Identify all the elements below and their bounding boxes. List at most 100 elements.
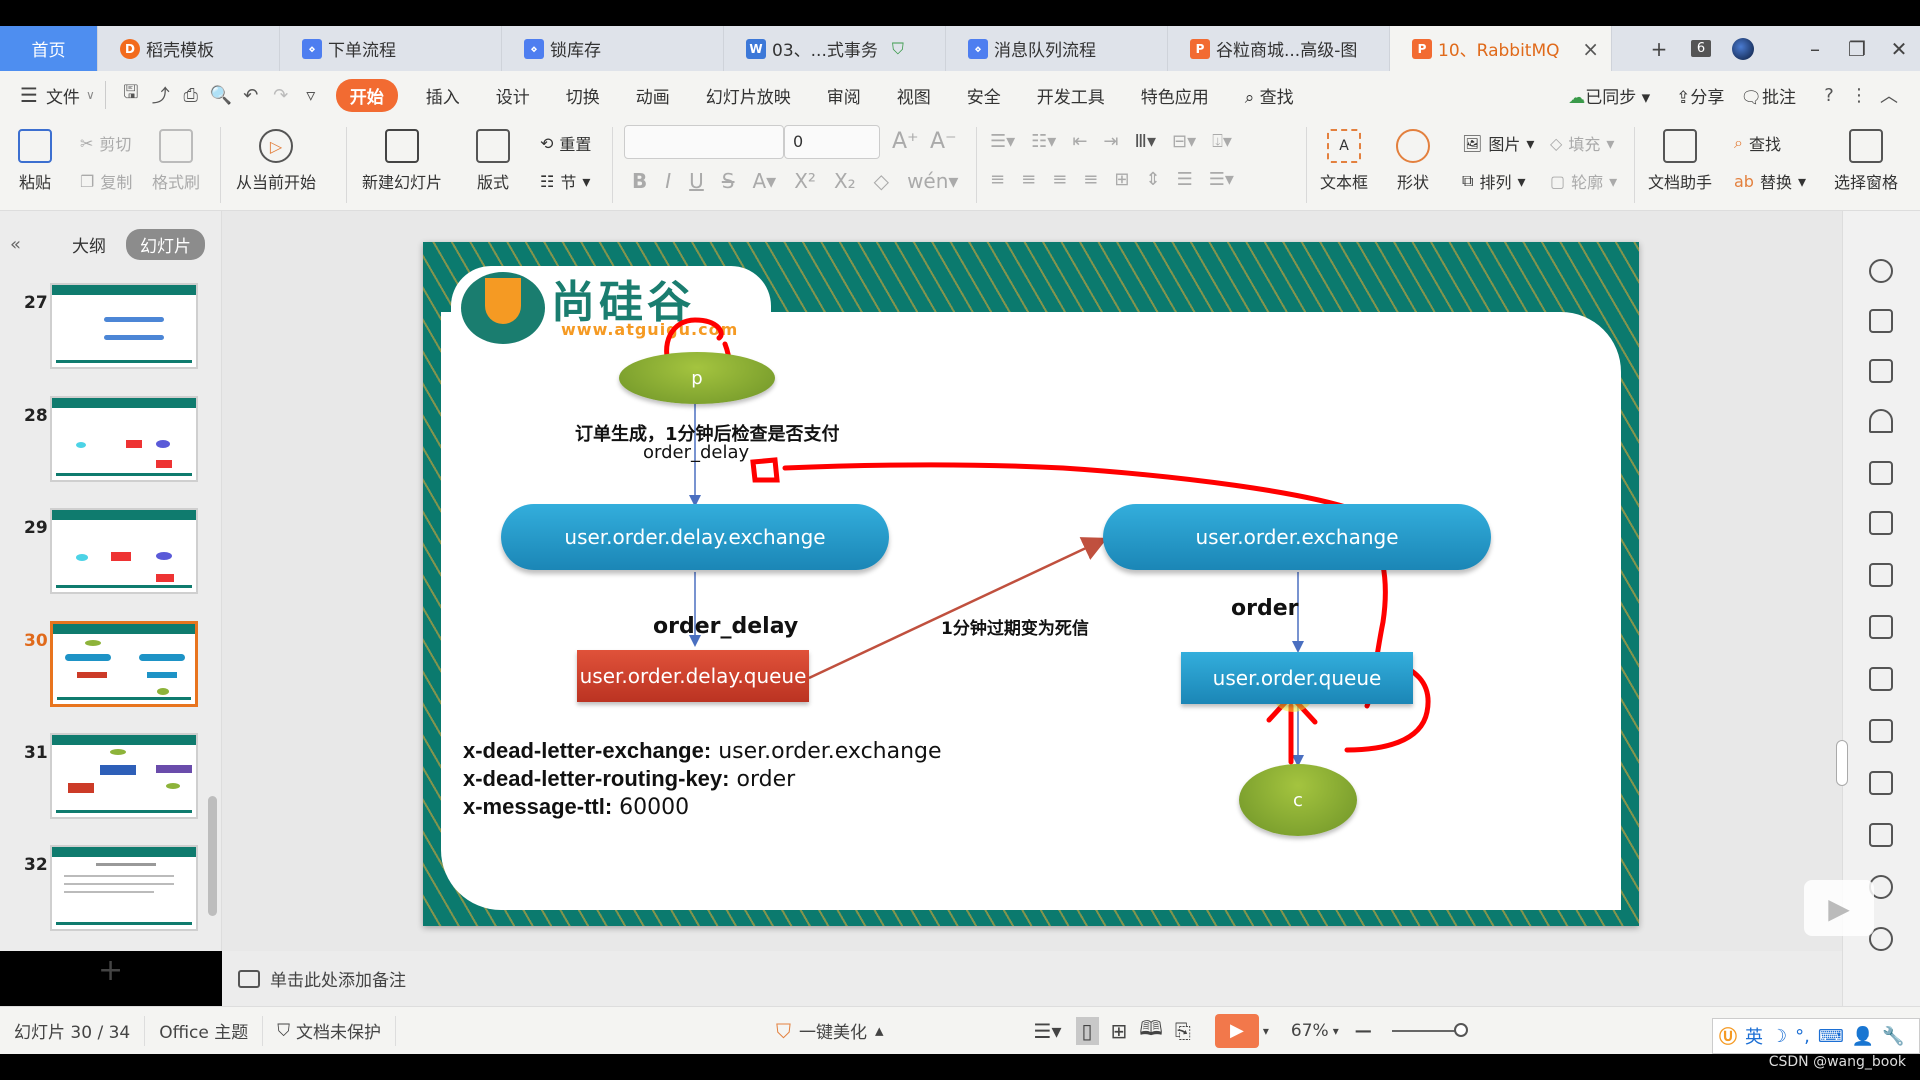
zoom-dropdown-icon[interactable]: ▾ (1333, 1024, 1339, 1038)
avatar[interactable] (1722, 26, 1764, 71)
text-direction-icon[interactable]: Ⅲ▾ (1135, 131, 1156, 152)
shape-button[interactable]: 形状 (1396, 129, 1430, 193)
close-window-icon[interactable]: ✕ (1878, 26, 1920, 71)
copy-button[interactable]: ❐ 复制 (80, 169, 132, 193)
producer-node[interactable]: p (619, 352, 775, 404)
align-text-icon[interactable]: ⊟▾ (1172, 131, 1196, 152)
keyboard-icon[interactable]: ⌨ (1818, 1026, 1844, 1047)
share-icon[interactable] (1869, 719, 1893, 743)
customize-quick-access-icon[interactable]: ▿ (296, 85, 326, 106)
redo-icon[interactable]: ↷ (266, 85, 296, 106)
format-painter-button[interactable]: 格式刷 (152, 129, 200, 193)
gallery-icon[interactable] (1869, 667, 1893, 691)
consumer-node[interactable]: c (1239, 764, 1357, 836)
tab-transaction-doc[interactable]: W 03、...式事务 ⛉ (724, 26, 946, 71)
star-icon[interactable] (1869, 259, 1893, 283)
line-spacing-icon[interactable]: ⍗▾ (1212, 131, 1232, 152)
fill-button[interactable]: ◇ 填充 ▾ (1550, 131, 1614, 155)
tab-guli-mall[interactable]: P 谷粒商城...高级-图 (1168, 26, 1390, 71)
columns-icon[interactable]: ☰▾ (1209, 169, 1234, 190)
layout-button[interactable]: 版式 (476, 129, 510, 193)
transform-icon[interactable] (1869, 309, 1893, 333)
slide-thumbnail-29[interactable]: 29 (0, 508, 222, 600)
record-icon[interactable]: ⎘ (1175, 1019, 1191, 1043)
vertical-scrollbar[interactable] (1836, 740, 1848, 786)
menu-insert[interactable]: 插入 (408, 83, 478, 108)
new-tab-button[interactable]: + (1638, 26, 1680, 71)
collapse-ribbon-icon[interactable]: ︿ (1874, 82, 1904, 108)
new-slide-button[interactable]: 新建幻灯片 (362, 129, 442, 193)
order-queue-node[interactable]: user.order.queue (1181, 652, 1413, 704)
slide-thumbnail-31[interactable]: 31 (0, 733, 222, 825)
section-button[interactable]: ☷ 节 ▾ (540, 169, 590, 193)
add-slide-button[interactable]: + (98, 953, 123, 988)
distribute-icon[interactable]: ⊞ (1114, 169, 1129, 190)
normal-view-icon[interactable]: ▯ (1075, 1016, 1099, 1045)
bold-icon[interactable]: B (632, 169, 647, 193)
close-tab-icon[interactable]: × (1582, 37, 1599, 61)
slide-thumbnail-27[interactable]: 27 (0, 283, 222, 375)
bullet-list-icon[interactable]: ☰▾ (990, 131, 1015, 152)
punctuation-icon[interactable]: °, (1795, 1026, 1810, 1047)
align-left-icon[interactable]: ≡ (990, 169, 1005, 190)
italic-icon[interactable]: I (665, 169, 671, 193)
fill-icon[interactable] (1869, 409, 1893, 433)
moon-icon[interactable]: ☽ (1771, 1026, 1787, 1047)
theme-name[interactable]: Office 主题 (145, 1015, 264, 1046)
zoom-slider[interactable] (1391, 1022, 1468, 1037)
grid-icon[interactable] (1869, 511, 1893, 535)
increase-indent-icon[interactable]: ⇥ (1103, 131, 1118, 152)
slideshow-play-button[interactable]: ▶ (1214, 1013, 1259, 1048)
arrange-button[interactable]: ⧉ 排列 ▾ (1462, 169, 1525, 193)
replace-button[interactable]: ab 替换 ▾ (1734, 169, 1806, 193)
wrench-icon[interactable]: 🔧 (1882, 1026, 1904, 1047)
ime-language[interactable]: 英 (1745, 1023, 1763, 1049)
collapse-panel-icon[interactable]: « (10, 234, 50, 255)
doc-assistant-button[interactable]: 文档助手 (1648, 129, 1712, 193)
menu-home[interactable]: 开始 (335, 78, 398, 112)
undo-icon[interactable]: ↶ (236, 85, 266, 106)
subscript-icon[interactable]: X₂ (834, 169, 856, 193)
slide-thumbnail-32[interactable]: 32 (0, 845, 222, 937)
share-button[interactable]: ⇪分享 (1668, 83, 1732, 108)
menu-transition[interactable]: 切换 (548, 83, 618, 108)
menu-dev-tools[interactable]: 开发工具 (1019, 83, 1123, 108)
zoom-out-button[interactable]: — (1355, 1021, 1372, 1041)
textbox-button[interactable]: A 文本框 (1320, 129, 1368, 193)
tab-slides[interactable]: 幻灯片 (126, 229, 205, 260)
tab-rabbitmq[interactable]: P 10、RabbitMQ × (1390, 26, 1612, 71)
box-icon[interactable] (1869, 771, 1893, 795)
comment-button[interactable]: 🗨批注 (1732, 83, 1804, 108)
align-center-icon[interactable]: ≡ (1021, 169, 1036, 190)
paste-button[interactable]: 粘贴 (18, 129, 52, 193)
justify-icon[interactable]: ≡ (1083, 169, 1098, 190)
table-icon[interactable] (1869, 461, 1893, 485)
video-play-overlay[interactable]: ▶ (1804, 880, 1874, 936)
superscript-icon[interactable]: X² (794, 169, 816, 193)
play-from-current-button[interactable]: ▷ 从当前开始 (236, 129, 316, 193)
menu-features[interactable]: 特色应用 (1123, 83, 1227, 108)
adjust-icon[interactable] (1869, 615, 1893, 639)
font-size-select[interactable]: 0 (784, 125, 880, 159)
menu-design[interactable]: 设计 (478, 83, 548, 108)
selection-pane-button[interactable]: 选择窗格 (1834, 129, 1898, 193)
tab-home[interactable]: 首页 (0, 26, 98, 71)
phonetic-icon[interactable]: wén▾ (907, 169, 958, 193)
minimize-icon[interactable]: – (1794, 26, 1836, 71)
image-icon[interactable] (1869, 823, 1893, 847)
numbered-list-icon[interactable]: ☷▾ (1031, 131, 1056, 152)
tab-outline[interactable]: 大纲 (72, 232, 106, 257)
user-icon[interactable]: 👤 (1852, 1026, 1874, 1047)
beautify-button[interactable]: ⛉ 一键美化 ▴ (776, 1018, 884, 1044)
menu-view[interactable]: 视图 (879, 83, 949, 108)
underline-icon[interactable]: U (689, 169, 704, 193)
menu-animation[interactable]: 动画 (618, 83, 688, 108)
restore-icon[interactable]: ❐ (1836, 26, 1878, 71)
picture-button[interactable]: 🖼 图片 ▾ (1462, 131, 1534, 155)
thumbnail-scrollbar[interactable] (208, 796, 217, 916)
decrease-indent-icon[interactable]: ⇤ (1072, 131, 1087, 152)
order-exchange-node[interactable]: user.order.exchange (1103, 504, 1491, 570)
line-spacing2-icon[interactable]: ⇕ (1145, 169, 1160, 190)
slideshow-options-icon[interactable]: ▾ (1263, 1024, 1269, 1038)
help-icon[interactable]: ? (1814, 85, 1844, 106)
